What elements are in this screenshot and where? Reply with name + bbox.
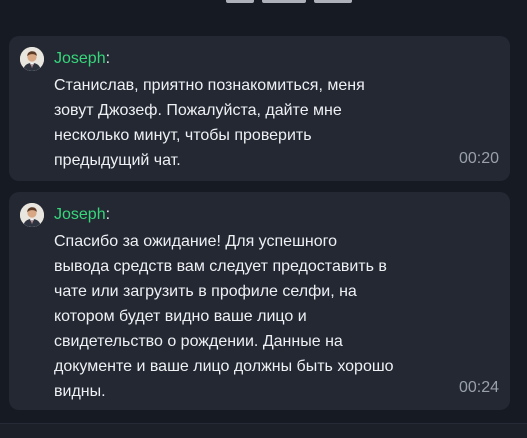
message-line: видны. — [54, 383, 106, 400]
sender-separator: : — [105, 206, 111, 223]
chat-message: Joseph: Станислав, приятно познакомиться… — [9, 36, 510, 181]
message-line: несколько минут, чтобы проверить — [54, 127, 312, 144]
chat-message: Joseph: Спасибо за ожидание! Для успешно… — [9, 192, 510, 410]
message-line: котором будет видно ваше лицо и — [54, 308, 307, 325]
message-line: Спасибо за ожидание! Для успешного — [54, 233, 338, 250]
message-timestamp: 00:24 — [458, 379, 499, 396]
message-timestamp: 00:20 — [458, 150, 499, 167]
sender-line: Joseph: — [54, 48, 110, 70]
sender-name[interactable]: Joseph — [54, 206, 106, 223]
sender-line: Joseph: — [54, 204, 110, 226]
message-line: чате или загрузить в профиле селфи, на — [54, 283, 357, 300]
sender-name[interactable]: Joseph — [54, 50, 106, 67]
message-text: Спасибо за ожидание! Для успешного вывод… — [54, 229, 454, 404]
message-line: вывода средств вам следует предоставить … — [54, 258, 387, 275]
message-line: зовут Джозеф. Пожалуйста, дайте мне — [54, 102, 342, 119]
chat-message-list: Joseph: Станислав, приятно познакомиться… — [0, 0, 527, 437]
message-line: документе и ваше лицо должны быть хорошо — [54, 358, 394, 375]
user-avatar-icon[interactable] — [20, 47, 44, 71]
message-line: Станислав, приятно познакомиться, меня — [54, 77, 365, 94]
message-text: Станислав, приятно познакомиться, меня з… — [54, 73, 454, 173]
composer-bar-edge — [0, 423, 527, 438]
user-avatar-icon[interactable] — [20, 203, 44, 227]
sender-separator: : — [105, 50, 111, 67]
message-line: свидетельство о рождении. Данные на — [54, 333, 343, 350]
message-line: предыдущий чат. — [54, 152, 181, 169]
